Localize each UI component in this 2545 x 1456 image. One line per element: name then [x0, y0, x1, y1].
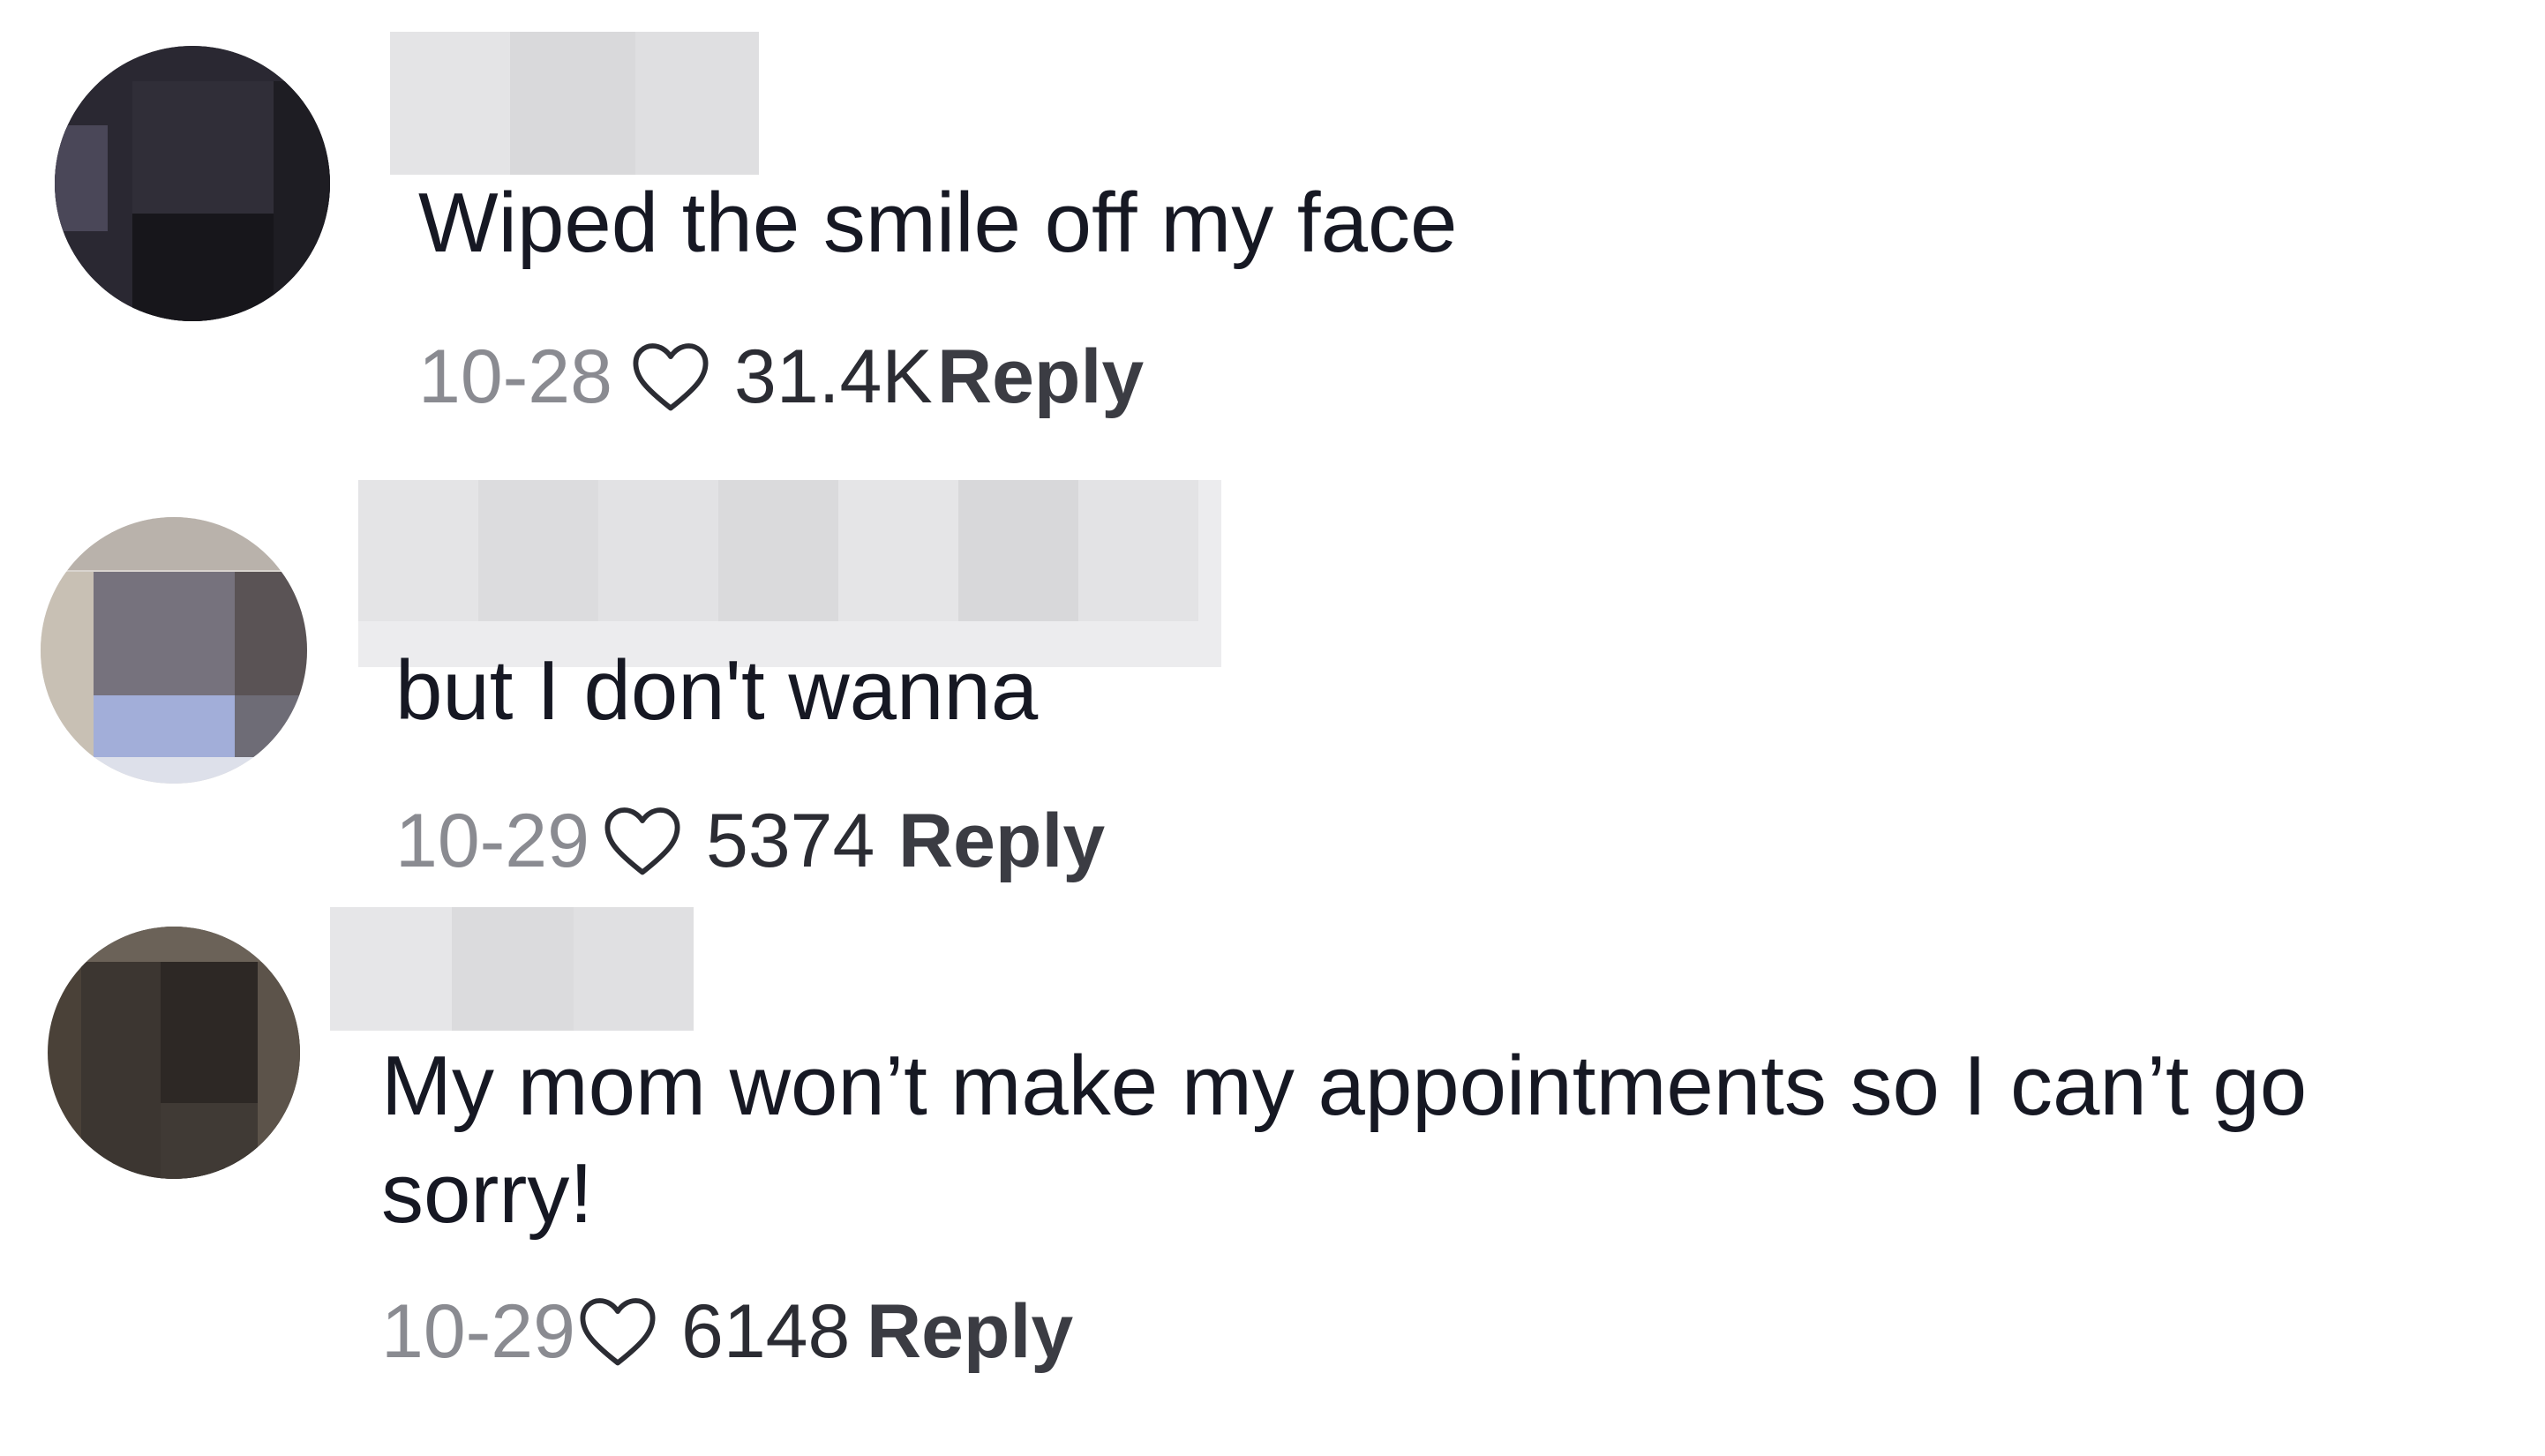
comment-text: My mom won’t make my appointments so I c…	[381, 1039, 2331, 1241]
heart-icon[interactable]	[598, 797, 687, 885]
comment-item: My mom won’t make my appointments so I c…	[0, 900, 2545, 1456]
comment-actions: 10-29 6148 Reply	[381, 1283, 1073, 1380]
comment-item: Wiped the smile off my face 10-28 31.4K …	[0, 0, 2545, 459]
avatar[interactable]	[48, 927, 300, 1179]
avatar[interactable]	[55, 46, 330, 321]
comment-item: but I don't wanna 10-29 5374 Reply	[0, 459, 2545, 900]
comment-text: Wiped the smile off my face	[418, 176, 1458, 270]
comment-actions: 10-28 31.4K Reply	[418, 328, 1144, 425]
avatar[interactable]	[41, 517, 307, 784]
heart-icon[interactable]	[627, 333, 715, 421]
username-redacted	[390, 32, 759, 175]
like-button[interactable]: 5374	[598, 797, 944, 885]
comment-text: but I don't wanna	[395, 643, 1039, 738]
reply-button[interactable]: Reply	[937, 334, 1144, 421]
reply-button[interactable]: Reply	[898, 798, 1105, 885]
comment-actions: 10-29 5374 Reply	[395, 792, 1105, 889]
like-button[interactable]: 31.4K	[627, 333, 972, 421]
heart-icon[interactable]	[574, 1287, 662, 1376]
username-redacted	[330, 907, 694, 1031]
reply-button[interactable]: Reply	[867, 1288, 1073, 1376]
